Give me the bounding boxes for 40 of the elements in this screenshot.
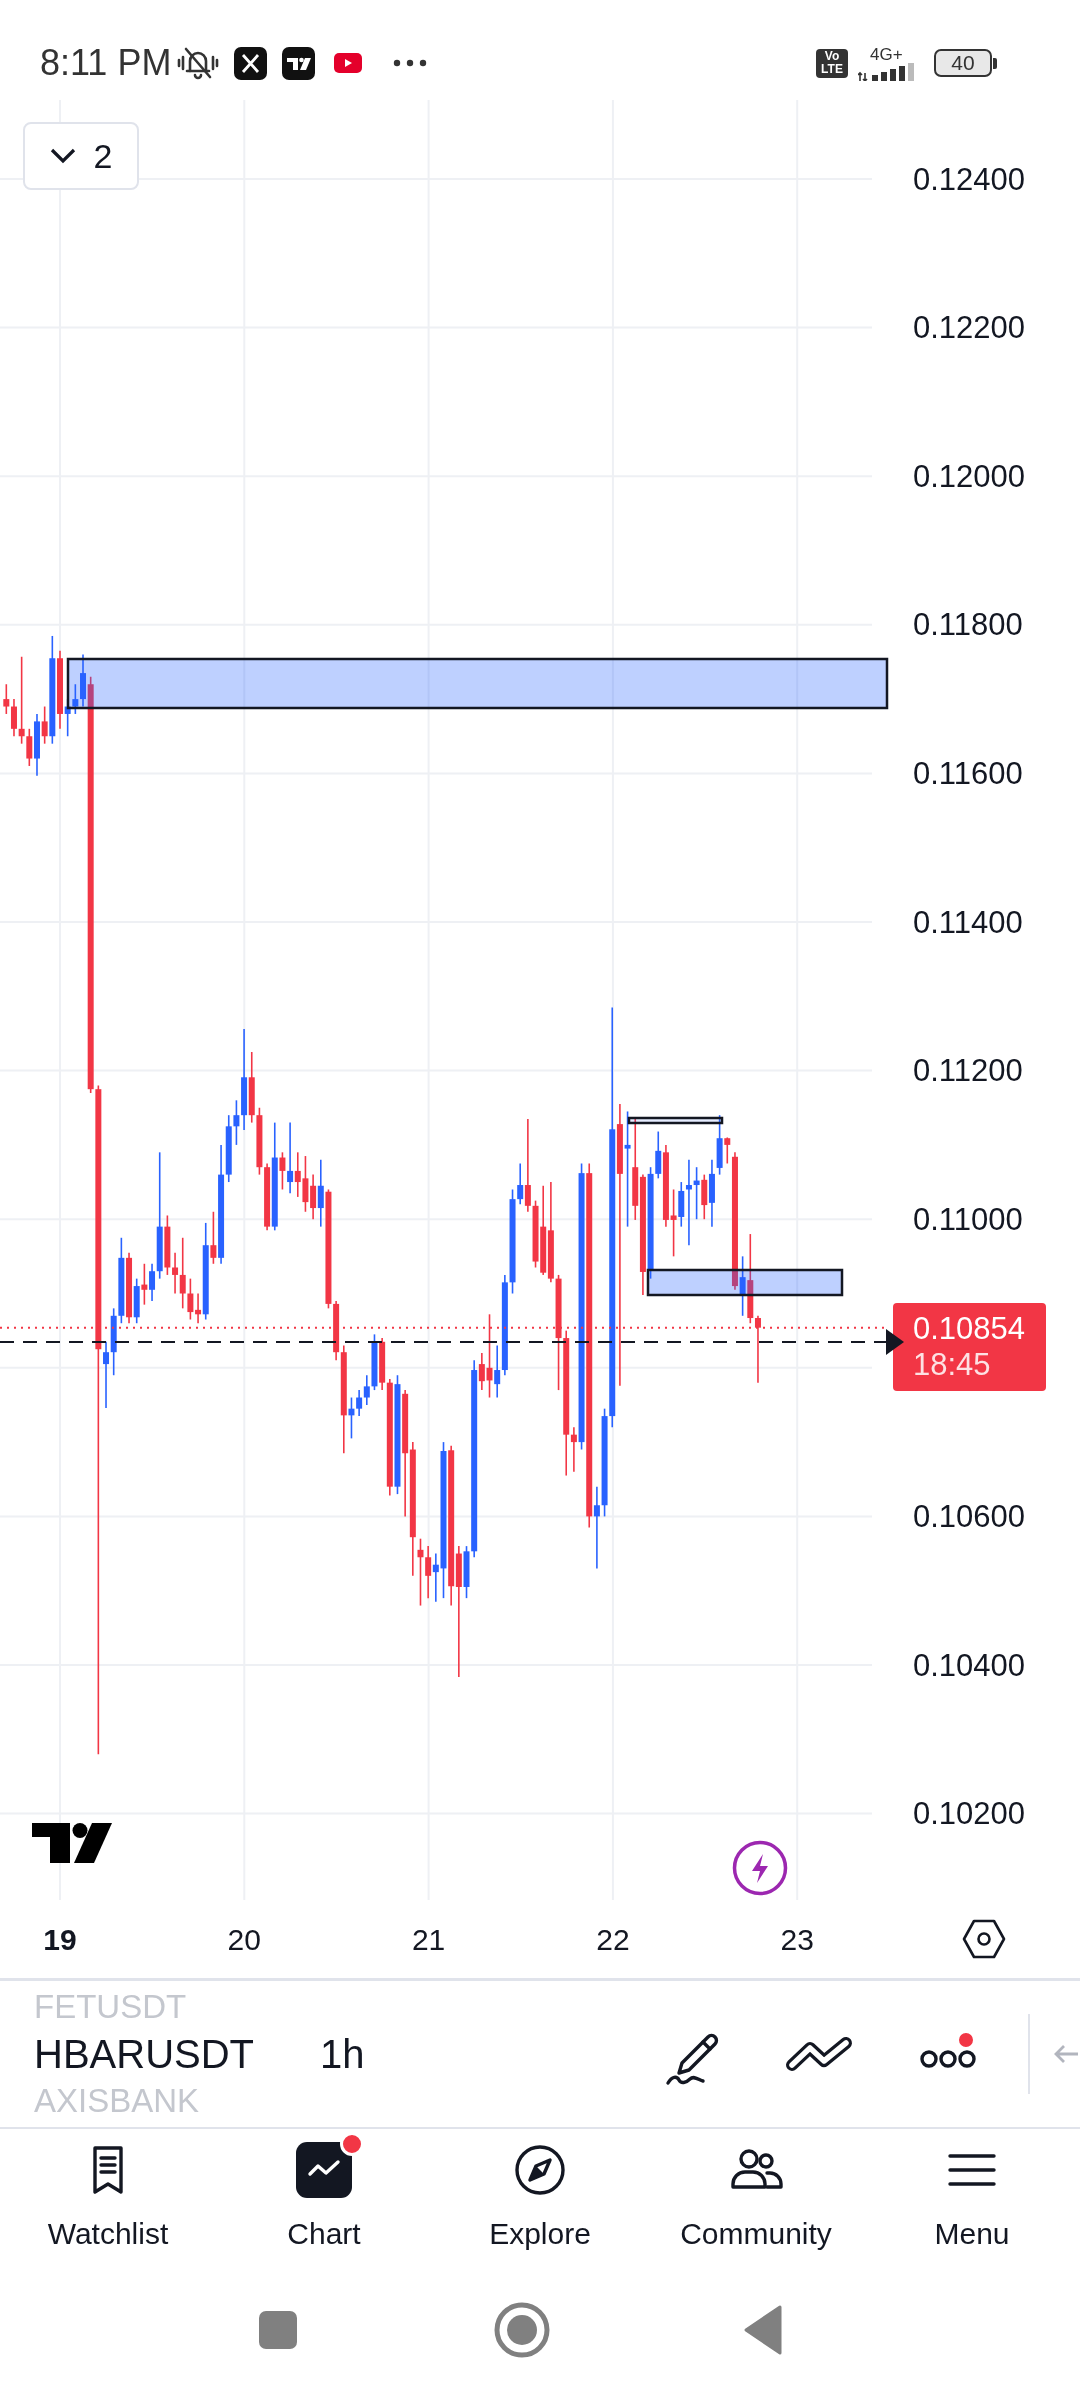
collapse-button[interactable]: 2 [23, 122, 139, 190]
clock-time: 8:11 PM [40, 42, 172, 84]
price-scale-label: 0.12000 [913, 458, 1026, 494]
nav-tab[interactable]: Community [648, 2129, 864, 2290]
price-scale-label: 0.11600 [913, 755, 1023, 791]
price-scale-label: 0.12400 [913, 161, 1026, 197]
chevron-down-icon [49, 148, 76, 164]
overflow-dots-icon [393, 59, 428, 67]
price-scale-label: 0.10200 [913, 1796, 1026, 1832]
volte-indicator: Vo LTE [816, 48, 848, 78]
battery-indicator: 40 [934, 49, 997, 77]
app-icon [282, 46, 316, 80]
bar-countdown: 18:45 [913, 1347, 991, 1383]
price-scale-label: 0.10400 [913, 1647, 1026, 1683]
price-scale-label: 0.11800 [913, 607, 1023, 643]
price-scale-label: 0.10600 [913, 1498, 1026, 1534]
lightning-icon[interactable] [732, 1840, 788, 1896]
price-scale-label: 0.12200 [913, 310, 1026, 346]
price-scale-label: 0.11000 [913, 1201, 1023, 1237]
nav-tab[interactable]: Chart [216, 2129, 432, 2290]
play-icon [334, 53, 363, 73]
price-scale-label: 0.11200 [913, 1053, 1023, 1089]
settings-icon[interactable] [962, 1917, 1006, 1961]
nav-tab[interactable]: Menu [864, 2129, 1080, 2290]
nav-tab[interactable]: Explore [432, 2129, 648, 2290]
price-scale-label: 0.11400 [913, 904, 1023, 940]
interval-button[interactable]: 1h [320, 2027, 365, 2081]
nav-tab[interactable]: Watchlist [0, 2129, 216, 2290]
home-icon[interactable] [492, 2300, 552, 2360]
time-scale-label: 19 [43, 1922, 77, 1956]
time-scale-label: 21 [411, 1922, 446, 1956]
x-app-icon [234, 46, 268, 80]
time-scale-label: 23 [780, 1922, 814, 1956]
last-price: 0.10854 [913, 1311, 1026, 1347]
time-scale-label: 22 [596, 1922, 630, 1956]
logo-icon [32, 1823, 112, 1863]
network-type-label: 4G+ [870, 45, 903, 63]
symbol-item[interactable]: HBARUSDT [34, 2027, 255, 2081]
time-scale-label: 20 [227, 1922, 261, 1956]
triangle-marker-icon [886, 1329, 904, 1355]
